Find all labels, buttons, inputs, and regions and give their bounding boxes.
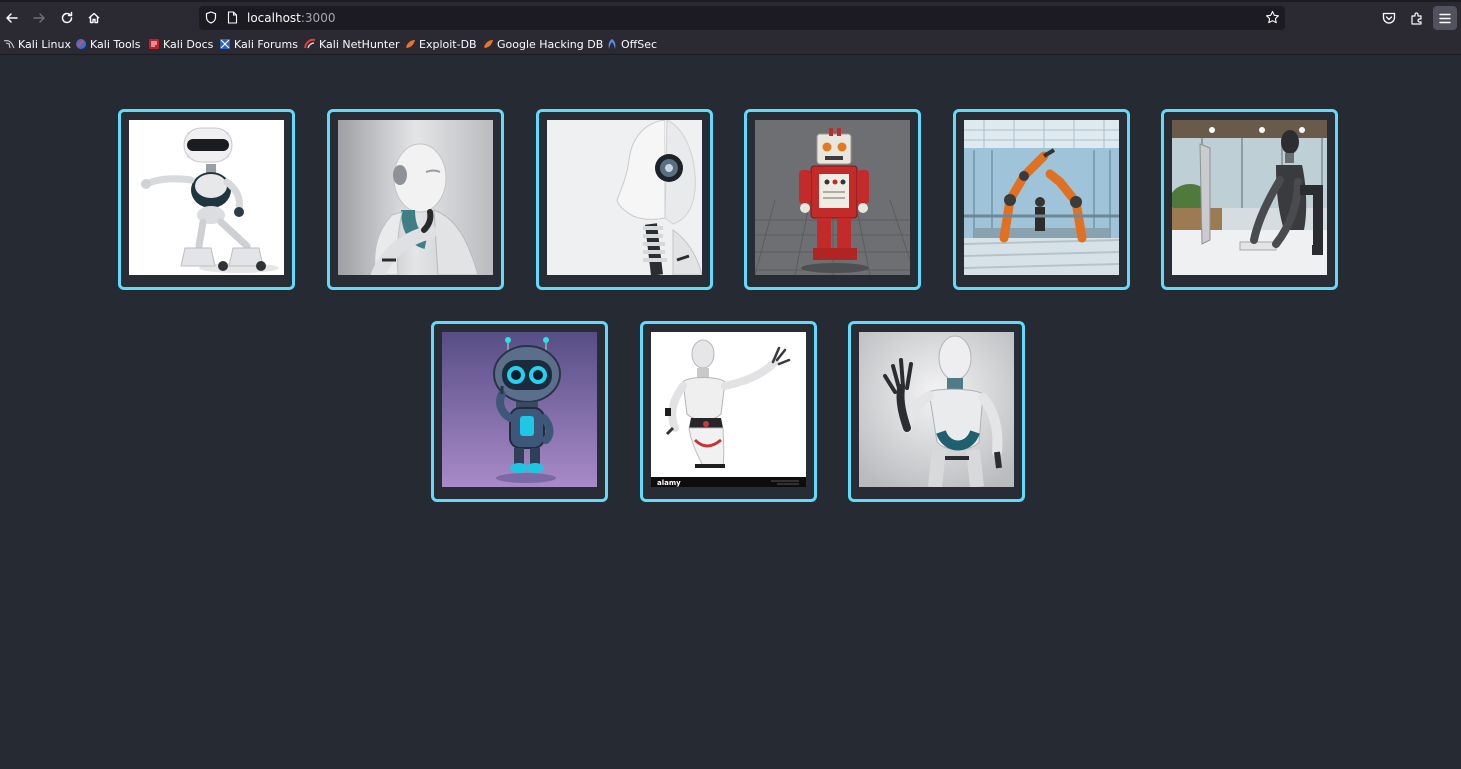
bookmark-label: Kali Tools bbox=[90, 37, 141, 51]
alamy-watermark: alamy bbox=[657, 479, 681, 487]
waving-robot-image bbox=[859, 332, 1014, 487]
thinking-humanoid-image bbox=[338, 120, 493, 275]
gallery-tile[interactable] bbox=[327, 109, 504, 290]
kali-tools-icon bbox=[76, 39, 86, 49]
ghdb-icon bbox=[484, 40, 493, 48]
url-port: :3000 bbox=[300, 11, 336, 25]
bookmark-label: Kali Forums bbox=[234, 37, 298, 51]
home-icon bbox=[88, 12, 100, 24]
gallery-tile[interactable]: alamy bbox=[640, 321, 817, 502]
bookmarks-toolbar: Kali Linux Kali Tools Kali Docs Kali For… bbox=[0, 33, 1461, 55]
gallery-tile[interactable] bbox=[536, 109, 713, 290]
robot-image[interactable] bbox=[964, 120, 1119, 275]
back-button[interactable] bbox=[0, 5, 25, 31]
robot-image[interactable] bbox=[755, 120, 910, 275]
reload-button[interactable] bbox=[54, 5, 80, 31]
browser-toolbar: localhost:3000 bbox=[0, 0, 1461, 33]
bookmark-kali-linux[interactable]: Kali Linux bbox=[3, 36, 71, 52]
gallery-tile[interactable] bbox=[1161, 109, 1338, 290]
hamburger-menu-icon bbox=[1439, 13, 1451, 23]
gallery-tile[interactable] bbox=[431, 321, 608, 502]
gallery-tile[interactable] bbox=[848, 321, 1025, 502]
robot-at-desk-image bbox=[1172, 120, 1327, 275]
pocket-icon bbox=[1382, 12, 1396, 24]
bookmark-label: Kali Linux bbox=[18, 37, 72, 51]
robot-visor-image bbox=[129, 120, 284, 275]
robot-image[interactable] bbox=[338, 120, 493, 275]
kali-dragon-icon bbox=[3, 40, 15, 49]
female-android-image: alamy bbox=[651, 332, 806, 487]
gallery-tile[interactable] bbox=[118, 109, 295, 290]
bookmark-label: OffSec bbox=[621, 37, 658, 51]
kali-docs-icon bbox=[149, 39, 159, 49]
url-text[interactable]: localhost:3000 bbox=[247, 10, 335, 26]
bookmark-label: Google Hacking DB bbox=[497, 37, 604, 51]
retro-toy-robot-image bbox=[755, 120, 910, 275]
robot-image[interactable]: alamy bbox=[651, 332, 806, 487]
puzzle-icon bbox=[1411, 12, 1422, 25]
home-button[interactable] bbox=[81, 5, 107, 31]
shield-icon[interactable] bbox=[205, 11, 217, 24]
gallery-tile[interactable] bbox=[744, 109, 921, 290]
bookmark-label: Kali NetHunter bbox=[319, 37, 400, 51]
address-bar[interactable]: localhost:3000 bbox=[199, 6, 1285, 30]
bookmark-offsec[interactable]: OffSec bbox=[606, 36, 657, 52]
back-arrow-icon bbox=[6, 13, 18, 23]
url-host: localhost bbox=[247, 11, 301, 25]
bookmark-exploit-db[interactable]: Exploit-DB bbox=[404, 36, 477, 52]
robot-profile-image bbox=[547, 120, 702, 275]
gallery-tile[interactable] bbox=[953, 109, 1130, 290]
robot-image[interactable] bbox=[547, 120, 702, 275]
nethunter-icon bbox=[304, 38, 316, 49]
robot-image[interactable] bbox=[129, 120, 284, 275]
forward-button[interactable] bbox=[26, 5, 52, 31]
robot-image[interactable] bbox=[859, 332, 1014, 487]
factory-robot-arms-image bbox=[964, 120, 1119, 275]
bookmark-kali-nethunter[interactable]: Kali NetHunter bbox=[304, 36, 400, 52]
bookmark-star-icon[interactable] bbox=[1265, 10, 1280, 25]
robot-image[interactable] bbox=[1172, 120, 1327, 275]
robot-image[interactable] bbox=[442, 332, 597, 487]
bookmark-kali-tools[interactable]: Kali Tools bbox=[75, 36, 140, 52]
pocket-button[interactable] bbox=[1377, 6, 1401, 30]
extensions-button[interactable] bbox=[1405, 6, 1429, 30]
kali-forums-icon bbox=[220, 39, 230, 49]
bookmark-kali-docs[interactable]: Kali Docs bbox=[148, 36, 213, 52]
bookmark-kali-forums[interactable]: Kali Forums bbox=[219, 36, 298, 52]
bookmark-google-hacking-db[interactable]: Google Hacking DB bbox=[482, 36, 603, 52]
forward-arrow-icon bbox=[33, 13, 45, 23]
bookmark-label: Exploit-DB bbox=[419, 37, 477, 51]
offsec-icon bbox=[608, 39, 616, 49]
page-icon[interactable] bbox=[227, 11, 238, 24]
exploit-db-icon bbox=[406, 40, 415, 48]
cute-blue-robot-image bbox=[442, 332, 597, 487]
reload-icon bbox=[61, 11, 73, 24]
bookmark-label: Kali Docs bbox=[163, 37, 214, 51]
app-menu-button[interactable] bbox=[1433, 6, 1457, 30]
